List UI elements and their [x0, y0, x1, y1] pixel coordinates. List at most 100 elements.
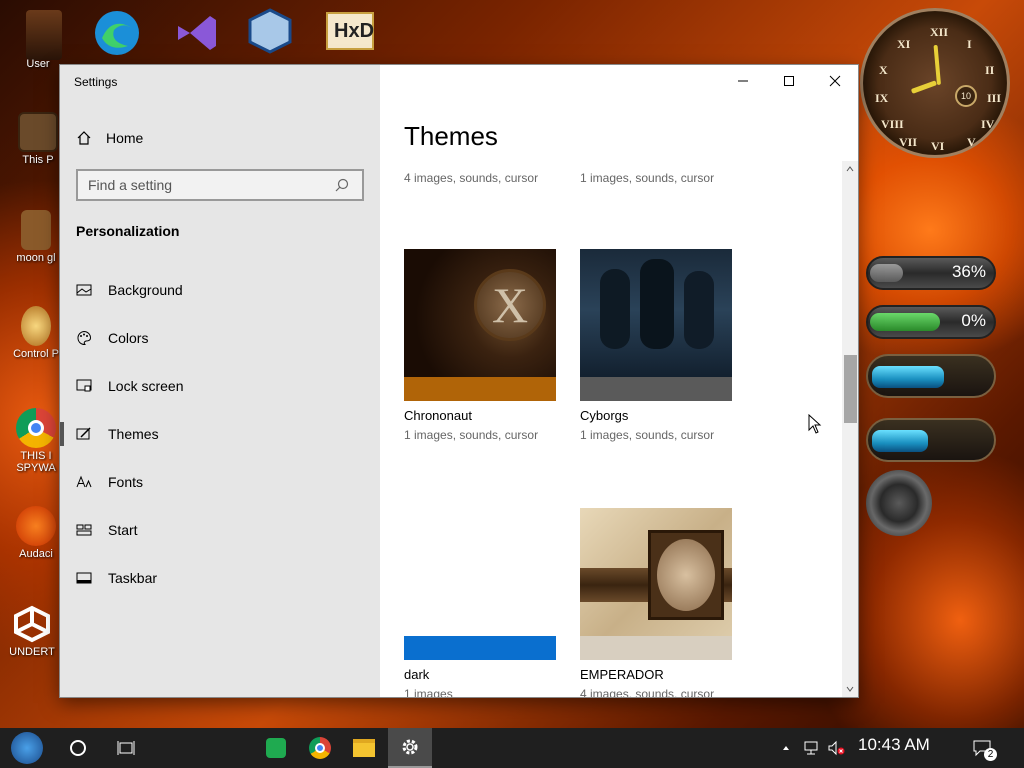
chrome-icon — [16, 408, 56, 448]
settings-nav: Settings Home Personalization Background… — [60, 65, 380, 697]
task-view-icon — [117, 741, 135, 755]
nav-item-fonts[interactable]: Fonts — [60, 462, 380, 502]
clock-minute-hand — [933, 44, 941, 85]
desktop-icon-control-panel[interactable]: Control P — [6, 306, 66, 360]
desktop-icon-this-pc[interactable]: This P — [8, 112, 68, 166]
task-view-button[interactable] — [104, 728, 148, 768]
nav-item-themes[interactable]: Themes — [60, 414, 380, 454]
show-hidden-icons-button[interactable] — [776, 728, 796, 768]
file-explorer-icon — [353, 739, 375, 757]
taskbar-sheets-button[interactable] — [254, 728, 298, 768]
cyborg-figure — [684, 271, 714, 349]
theme-description: 1 images, sounds, cursor — [580, 171, 715, 185]
maximize-icon — [784, 76, 794, 86]
taskbar: 10:43 AM 2 — [0, 728, 1024, 768]
cyborg-figure — [600, 269, 630, 349]
search-icon[interactable] — [334, 177, 350, 193]
chevron-up-icon — [846, 166, 854, 172]
clock-numeral: II — [985, 63, 995, 77]
scrollbar-thumb[interactable] — [844, 355, 857, 423]
theme-thumbnail — [580, 508, 732, 660]
desktop-icon-label: User — [26, 58, 50, 70]
memory-readout: 0% — [961, 311, 986, 330]
desktop-icon-label: moon gl — [16, 252, 56, 264]
themes-icon — [76, 427, 91, 440]
nav-item-background[interactable]: Background — [60, 270, 380, 310]
clock-widget[interactable]: XII XI I X II IX III VIII IV VII V VI 10 — [860, 8, 1010, 158]
scroll-up-button[interactable] — [842, 161, 858, 177]
close-button[interactable] — [812, 65, 858, 97]
hxd-icon[interactable]: HxD — [326, 12, 374, 50]
taskbar-chrome-button[interactable] — [298, 728, 342, 768]
audacity-icon — [16, 506, 56, 546]
network-icon — [804, 741, 818, 755]
clock-numeral: I — [967, 37, 972, 51]
cpu-gauge-fill — [870, 264, 904, 282]
theme-name: Cyborgs — [580, 408, 629, 423]
edge-icon[interactable] — [92, 8, 142, 58]
chevron-down-icon — [846, 686, 854, 692]
theme-thumbnail — [580, 249, 732, 401]
theme-description: 1 images, sounds, cursor — [404, 428, 539, 442]
theme-card-cyborgs[interactable]: Cyborgs 1 images, sounds, cursor — [580, 249, 732, 442]
home-icon — [77, 131, 91, 145]
taskbar-file-explorer-button[interactable] — [342, 728, 386, 768]
clock-numeral: VIII — [881, 117, 904, 131]
taskbar-clock[interactable]: 10:43 AM — [858, 735, 930, 755]
user-folder-icon[interactable] — [26, 10, 62, 60]
nav-item-label: Start — [108, 522, 138, 538]
desktop-icon-label: Audaci — [19, 548, 53, 560]
cyborg-figure — [640, 259, 674, 349]
desktop-icon-label: Control P — [13, 348, 59, 360]
cpu-gauge: 36% — [866, 256, 996, 290]
home-link[interactable]: Home — [76, 127, 143, 149]
hxd-logo: HxD — [334, 20, 375, 42]
desktop-icon-user[interactable]: User — [8, 58, 68, 70]
desktop-icon-label: THIS I SPYWA — [16, 450, 56, 474]
maximize-button[interactable] — [766, 65, 812, 97]
desktop-icon-moon[interactable]: moon gl — [6, 210, 66, 264]
tube-gauge-2 — [866, 418, 996, 462]
nav-item-start[interactable]: Start — [60, 510, 380, 550]
memory-gauge: 0% — [866, 305, 996, 339]
theme-card-dark[interactable]: dark 1 images — [404, 508, 556, 697]
taskbar-settings-button[interactable] — [388, 728, 432, 768]
scroll-down-button[interactable] — [842, 681, 858, 697]
theme-thumbnail — [404, 508, 556, 660]
cortana-icon — [70, 740, 86, 756]
nav-section-title: Personalization — [76, 223, 180, 239]
nav-item-colors[interactable]: Colors — [60, 318, 380, 358]
nav-item-label: Fonts — [108, 474, 144, 490]
theme-card-chrononaut[interactable]: X Chrononaut 1 images, sounds, cursor — [404, 249, 556, 442]
clock-numeral: IV — [981, 117, 995, 131]
theme-card-emperador[interactable]: EMPERADOR 4 images, sounds, cursor — [580, 508, 732, 697]
visual-studio-icon[interactable] — [170, 8, 220, 58]
start-button[interactable] — [4, 728, 50, 768]
search-input[interactable] — [78, 177, 328, 193]
cortana-button[interactable] — [56, 728, 100, 768]
nav-item-taskbar[interactable]: Taskbar — [60, 558, 380, 598]
nav-item-lock-screen[interactable]: Lock screen — [60, 366, 380, 406]
network-button[interactable] — [798, 728, 824, 768]
clock-numeral: V — [967, 135, 976, 149]
volume-button[interactable] — [824, 728, 848, 768]
desktop-icon-chrome[interactable]: THIS I SPYWA — [6, 408, 66, 474]
desktop-icon-audacity[interactable]: Audaci — [6, 506, 66, 560]
computer-icon — [18, 112, 58, 152]
desktop-icon-unity[interactable]: UNDERT — [2, 604, 62, 658]
notification-count-badge: 2 — [984, 748, 997, 761]
page-title: Themes — [404, 121, 498, 151]
content-scrollbar[interactable] — [842, 161, 858, 697]
memory-gauge-fill — [870, 313, 940, 331]
minimize-button[interactable] — [720, 65, 766, 97]
theme-thumbnail: X — [404, 249, 556, 401]
window-title: Settings — [74, 75, 118, 89]
nav-item-label: Themes — [108, 426, 159, 442]
windows-orb-icon — [11, 732, 43, 764]
nav-item-label: Colors — [108, 330, 149, 346]
virtualbox-icon[interactable] — [246, 6, 294, 56]
fonts-icon — [76, 475, 92, 488]
emperador-relief — [657, 539, 715, 611]
action-center-button[interactable]: 2 — [962, 728, 1002, 768]
search-box — [76, 169, 364, 201]
